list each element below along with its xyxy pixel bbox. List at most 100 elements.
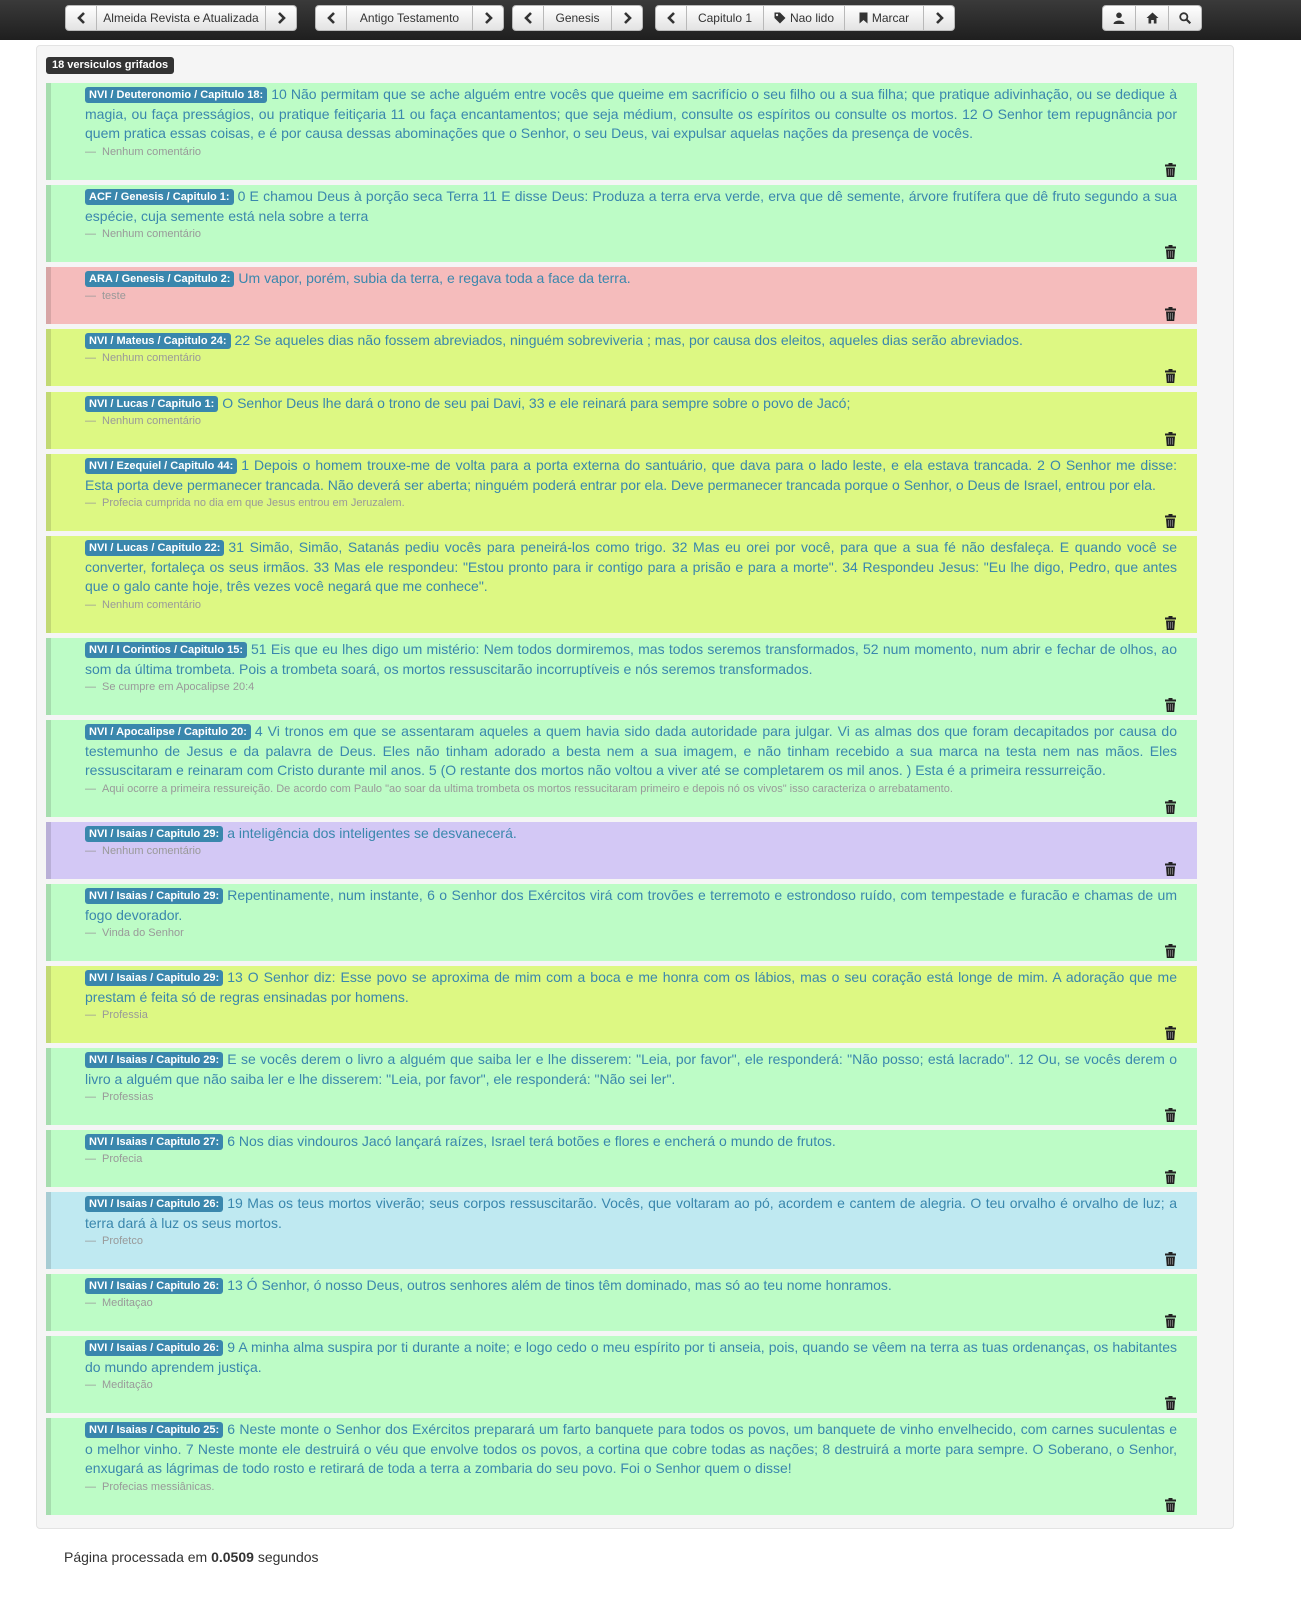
- prev-testament-button[interactable]: [315, 5, 347, 31]
- mark-button[interactable]: Marcar: [845, 5, 924, 31]
- verse-reference-badge[interactable]: NVI / Isaias / Capitulo 29:: [85, 1052, 224, 1068]
- verse-text: E se vocês derem o livro a alguém que sa…: [85, 1051, 1177, 1087]
- verse-text-block: NVI / Mateus / Capitulo 24: 22 Se aqueles…: [85, 331, 1177, 351]
- delete-highlight-button[interactable]: [1165, 1026, 1176, 1040]
- verse-reference-badge[interactable]: NVI / Isaias / Capitulo 29:: [85, 970, 224, 986]
- trash-icon: [1165, 800, 1176, 814]
- next-book-button[interactable]: [612, 5, 643, 31]
- footer-prefix: Página processada em: [64, 1549, 208, 1565]
- delete-highlight-button[interactable]: [1165, 1498, 1176, 1512]
- unread-button[interactable]: Nao lido: [764, 5, 845, 31]
- chapter-button[interactable]: Capitulo 1: [687, 5, 764, 31]
- verse-reference-badge[interactable]: NVI / Deuteronomio / Capitulo 18:: [85, 87, 268, 103]
- verse-reference-badge[interactable]: ARA / Genesis / Capitulo 2:: [85, 271, 235, 287]
- next-testament-button[interactable]: [473, 5, 504, 31]
- comment-text: Aqui ocorre a primeira ressureição. De a…: [102, 783, 953, 795]
- highlight-entry: NVI / Isaias / Capitulo 29: E se vocês de…: [46, 1048, 1197, 1125]
- book-button[interactable]: Genesis: [544, 5, 612, 31]
- delete-highlight-button[interactable]: [1165, 514, 1176, 528]
- verse-text-block: NVI / I Corintios / Capitulo 15: 51 Eis q…: [85, 640, 1177, 679]
- highlight-entry: NVI / Isaias / Capitulo 29: Repentinament…: [46, 884, 1197, 961]
- trash-icon: [1165, 944, 1176, 958]
- comment-text: Vinda do Senhor: [102, 927, 184, 939]
- verse-reference-badge[interactable]: NVI / Isaias / Capitulo 25:: [85, 1422, 224, 1438]
- verse-reference-badge[interactable]: NVI / Lucas / Capitulo 22:: [85, 540, 225, 556]
- comment-text: Profecia cumprida no dia em que Jesus en…: [102, 497, 405, 509]
- delete-highlight-button[interactable]: [1165, 944, 1176, 958]
- highlights-panel: 18 versiculos grifados NVI / Deuteronomi…: [36, 45, 1234, 1529]
- verse-text-block: NVI / Lucas / Capitulo 1: O Senhor Deus l…: [85, 394, 1177, 414]
- delete-highlight-button[interactable]: [1165, 862, 1176, 876]
- home-button[interactable]: [1136, 5, 1169, 31]
- comment-text: teste: [102, 290, 126, 302]
- verse-comment: — Nenhum comentário: [85, 145, 201, 159]
- comment-dash: —: [85, 681, 96, 693]
- prev-version-button[interactable]: [65, 5, 97, 31]
- highlight-entry: NVI / Isaias / Capitulo 27: 6 Nos dias vi…: [46, 1130, 1197, 1187]
- verse-reference-badge[interactable]: NVI / Isaias / Capitulo 27:: [85, 1134, 224, 1150]
- search-button[interactable]: [1169, 5, 1202, 31]
- verse-comment: — Nenhum comentário: [85, 844, 201, 858]
- verse-reference-badge[interactable]: NVI / Isaias / Capitulo 26:: [85, 1196, 224, 1212]
- verse-reference-badge[interactable]: NVI / Isaias / Capitulo 26:: [85, 1340, 224, 1356]
- chevron-right-icon: [484, 12, 493, 24]
- verse-reference-badge[interactable]: NVI / Ezequiel / Capitulo 44:: [85, 458, 238, 474]
- trash-icon: [1165, 514, 1176, 528]
- verse-comment: — Aqui ocorre a primeira ressureição. De …: [85, 782, 953, 796]
- delete-highlight-button[interactable]: [1165, 163, 1176, 177]
- verse-reference-badge[interactable]: NVI / Lucas / Capitulo 1:: [85, 396, 219, 412]
- version-button[interactable]: Almeida Revista e Atualizada: [97, 5, 266, 31]
- delete-highlight-button[interactable]: [1165, 1396, 1176, 1410]
- highlight-entry: NVI / Isaias / Capitulo 29: a inteligênci…: [46, 822, 1197, 879]
- user-button[interactable]: [1102, 5, 1136, 31]
- verse-comment: — Vinda do Senhor: [85, 926, 184, 940]
- trash-icon: [1165, 163, 1176, 177]
- verse-reference-badge[interactable]: NVI / Isaias / Capitulo 26:: [85, 1278, 224, 1294]
- verse-reference-badge[interactable]: NVI / Isaias / Capitulo 29:: [85, 826, 224, 842]
- delete-highlight-button[interactable]: [1165, 245, 1176, 259]
- delete-highlight-button[interactable]: [1165, 800, 1176, 814]
- delete-highlight-button[interactable]: [1165, 432, 1176, 446]
- comment-dash: —: [85, 783, 96, 795]
- delete-highlight-button[interactable]: [1165, 698, 1176, 712]
- delete-highlight-button[interactable]: [1165, 369, 1176, 383]
- delete-highlight-button[interactable]: [1165, 1314, 1176, 1328]
- delete-highlight-button[interactable]: [1165, 307, 1176, 321]
- highlight-entry: NVI / Isaias / Capitulo 26: 9 A minha alm…: [46, 1336, 1197, 1413]
- processing-time: 0.0509: [211, 1549, 254, 1565]
- verse-text-block: NVI / Isaias / Capitulo 26: 19 Mas os teu…: [85, 1194, 1177, 1233]
- verse-comment: — teste: [85, 289, 126, 303]
- user-nav-group: [1102, 5, 1202, 31]
- highlight-entry: NVI / Mateus / Capitulo 24: 22 Se aqueles…: [46, 329, 1197, 386]
- verse-reference-badge[interactable]: NVI / Isaias / Capitulo 29:: [85, 888, 224, 904]
- prev-chapter-button[interactable]: [655, 5, 687, 31]
- trash-icon: [1165, 432, 1176, 446]
- chevron-left-icon: [666, 12, 675, 24]
- highlight-count-badge: 18 versiculos grifados: [46, 57, 175, 74]
- comment-text: Profecia: [102, 1153, 143, 1165]
- verse-text-block: NVI / Isaias / Capitulo 26: 13 Ó Senhor, …: [85, 1276, 1177, 1296]
- verse-reference-badge[interactable]: NVI / I Corintios / Capitulo 15:: [85, 642, 248, 658]
- delete-highlight-button[interactable]: [1165, 1252, 1176, 1266]
- verse-reference-badge[interactable]: NVI / Apocalipse / Capitulo 20:: [85, 724, 251, 740]
- verse-reference-badge[interactable]: ACF / Genesis / Capitulo 1:: [85, 189, 234, 205]
- comment-text: Nenhum comentário: [102, 228, 202, 240]
- highlight-entry: NVI / Deuteronomio / Capitulo 18: 10 Não …: [46, 83, 1197, 180]
- next-version-button[interactable]: [266, 5, 297, 31]
- comment-dash: —: [85, 290, 96, 302]
- book-nav-group: Genesis: [512, 5, 643, 31]
- delete-highlight-button[interactable]: [1165, 616, 1176, 630]
- testament-button[interactable]: Antigo Testamento: [347, 5, 473, 31]
- trash-icon: [1165, 1252, 1176, 1266]
- delete-highlight-button[interactable]: [1165, 1108, 1176, 1122]
- comment-text: Profecias messiânicas.: [102, 1481, 215, 1493]
- comment-dash: —: [85, 1297, 96, 1309]
- highlight-entry: NVI / Apocalipse / Capitulo 20: 4 Vi tron…: [46, 720, 1197, 817]
- verse-text-block: ACF / Genesis / Capitulo 1: 0 E chamou De…: [85, 187, 1177, 226]
- comment-text: Nenhum comentário: [102, 599, 202, 611]
- delete-highlight-button[interactable]: [1165, 1170, 1176, 1184]
- next-chapter-button[interactable]: [924, 5, 955, 31]
- verse-reference-badge[interactable]: NVI / Mateus / Capitulo 24:: [85, 333, 231, 349]
- user-icon: [1113, 12, 1125, 24]
- prev-book-button[interactable]: [512, 5, 544, 31]
